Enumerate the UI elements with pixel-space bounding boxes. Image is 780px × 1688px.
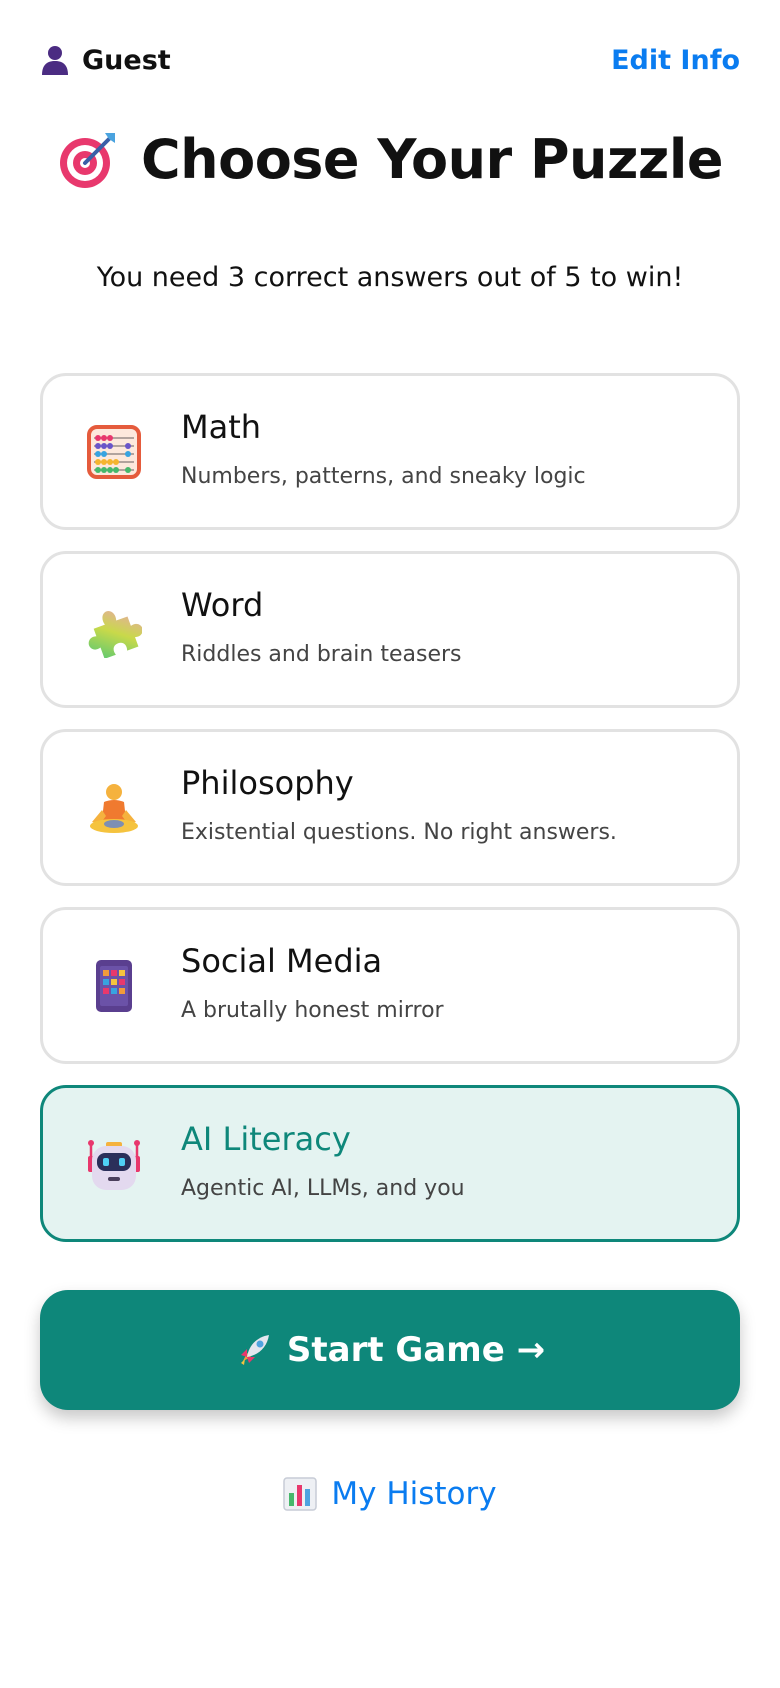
- category-card-philosophy[interactable]: Philosophy Existential questions. No rig…: [40, 729, 740, 886]
- category-card-social-media[interactable]: Social Media A brutally honest mirror: [40, 907, 740, 1064]
- category-list: Math Numbers, patterns, and sneaky logic…: [40, 373, 740, 1263]
- start-game-label: Start Game →: [286, 1330, 546, 1370]
- robot-icon: [88, 1139, 140, 1190]
- start-game-button[interactable]: Start Game →: [40, 1290, 740, 1410]
- user-profile: Guest: [40, 44, 171, 76]
- category-description: Numbers, patterns, and sneaky logic: [181, 464, 586, 489]
- page-title-row: Choose Your Puzzle: [0, 128, 780, 191]
- rocket-icon: [240, 1335, 269, 1365]
- category-card-word[interactable]: Word Riddles and brain teasers: [40, 551, 740, 708]
- win-condition-text: You need 3 correct answers out of 5 to w…: [96, 262, 684, 293]
- category-title: Social Media: [181, 942, 383, 980]
- edit-info-link[interactable]: Edit Info: [611, 45, 740, 76]
- puzzle-piece-icon: [88, 610, 142, 658]
- category-description: A brutally honest mirror: [181, 998, 444, 1023]
- my-history-link[interactable]: My History: [0, 1476, 780, 1512]
- phone-apps-icon: [96, 959, 132, 1012]
- category-description: Riddles and brain teasers: [181, 642, 462, 667]
- page-title: Choose Your Puzzle: [141, 128, 723, 191]
- meditating-person-icon: [90, 783, 138, 833]
- user-name: Guest: [82, 44, 171, 76]
- user-silhouette-icon: [42, 46, 68, 75]
- category-title: Philosophy: [181, 764, 354, 802]
- my-history-label: My History: [331, 1476, 497, 1512]
- top-bar: Guest Edit Info: [40, 38, 740, 82]
- category-title: AI Literacy: [181, 1120, 351, 1158]
- category-description: Existential questions. No right answers.: [181, 820, 617, 845]
- abacus-icon: [87, 424, 141, 479]
- bar-chart-icon: [283, 1477, 318, 1511]
- category-description: Agentic AI, LLMs, and you: [181, 1176, 465, 1201]
- category-card-ai-literacy[interactable]: AI Literacy Agentic AI, LLMs, and you: [40, 1085, 740, 1242]
- puzzle-select-screen: Guest Edit Info Choose Your Puzzle You n…: [0, 0, 780, 1688]
- category-title: Word: [181, 586, 264, 624]
- target-dart-icon: [60, 132, 116, 188]
- category-title: Math: [181, 408, 262, 446]
- category-card-math[interactable]: Math Numbers, patterns, and sneaky logic: [40, 373, 740, 530]
